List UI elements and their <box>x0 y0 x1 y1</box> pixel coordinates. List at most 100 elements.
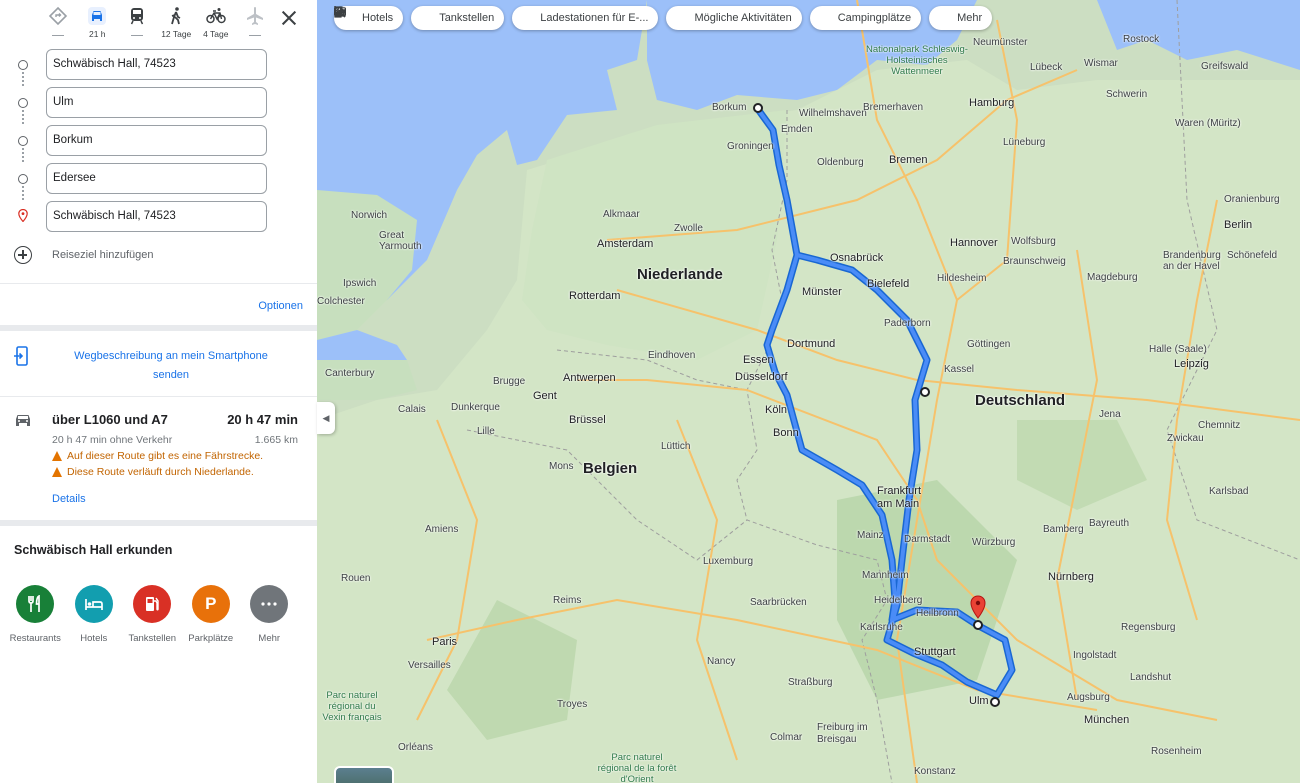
chip-label: Campingplätze <box>837 12 912 24</box>
place-label: Reims <box>553 595 582 606</box>
walk-icon <box>171 7 181 25</box>
waypoint-input-3[interactable]: Borkum <box>46 125 267 156</box>
city-label: München <box>1084 714 1130 726</box>
place-label: Karlsbad <box>1209 486 1249 497</box>
place-label: Rouen <box>341 573 371 584</box>
waypoint-marker-ulm[interactable] <box>990 697 1000 707</box>
gas-station-icon <box>133 585 172 623</box>
city-label: Leipzig <box>1174 358 1209 370</box>
waypoint-marker-start[interactable] <box>973 620 983 630</box>
place-label: Schönefeld <box>1227 250 1278 261</box>
city-label: Karlsruhe <box>860 622 903 633</box>
waypoint-dot-icon <box>18 174 28 184</box>
waypoint-input-4[interactable]: Edersee <box>46 163 267 194</box>
place-label: Calais <box>398 404 426 415</box>
place-label: Jena <box>1099 409 1121 420</box>
divider <box>0 396 317 397</box>
chip-activities[interactable]: Mögliche Aktivitäten <box>334 6 802 30</box>
chip-camping[interactable]: Campingplätze <box>334 6 922 30</box>
waypoint-input-1[interactable]: Schwäbisch Hall, 74523 <box>46 49 267 80</box>
city-label: Ulm <box>969 695 989 707</box>
layers-thumbnail[interactable] <box>334 766 394 783</box>
waypoint-connector <box>22 72 24 86</box>
city-label: Dortmund <box>787 338 836 350</box>
place-label: Braunschweig <box>1003 256 1066 267</box>
city-label: Antwerpen <box>563 372 616 384</box>
waypoint-input-2[interactable]: Ulm <box>46 87 267 118</box>
city-label: Frankfurt am Main <box>877 485 922 510</box>
chip-charging[interactable]: Ladestationen für E-... <box>334 6 659 30</box>
gas-station-icon <box>335 7 433 24</box>
place-label: Ipswich <box>343 278 377 289</box>
ev-charging-icon <box>334 6 534 24</box>
divider <box>0 283 317 284</box>
city-label: Amsterdam <box>597 238 654 250</box>
uk-south <box>317 360 417 400</box>
park-label: Nationalpark Schleswig-Holsteinisches Wa… <box>866 44 968 77</box>
waypoint-dot-icon <box>18 98 28 108</box>
mode-car[interactable]: 21 h <box>78 4 118 42</box>
place-label: Freiburg im Breisgau <box>817 722 868 745</box>
place-label: Amiens <box>425 524 459 535</box>
chip-label: Mögliche Aktivitäten <box>694 12 792 24</box>
pin-center <box>975 600 981 606</box>
place-label: Greifswald <box>1201 61 1249 72</box>
city-label: Essen <box>743 354 774 366</box>
chip-gas-stations[interactable]: Tankstellen <box>335 6 505 30</box>
mode-walk[interactable]: 12 Tage <box>157 4 197 42</box>
place-label: Paderborn <box>884 318 931 329</box>
explore-restaurants[interactable]: Restaurants <box>6 585 65 644</box>
city-label: Berlin <box>1224 219 1253 231</box>
city-label: Heilbronn <box>916 608 959 619</box>
waypoint-marker-edersee[interactable] <box>920 387 930 397</box>
place-label: Straßburg <box>788 677 833 688</box>
waypoint-dot-icon <box>18 136 28 146</box>
route-details-link[interactable]: Details <box>52 493 86 505</box>
city-label: Hannover <box>950 237 998 249</box>
mode-transit[interactable] <box>117 4 157 42</box>
place-label: Groningen <box>727 141 774 152</box>
mode-flight[interactable] <box>236 4 276 42</box>
city-label: Kassel <box>944 364 975 375</box>
place-label: Eindhoven <box>648 350 696 361</box>
waypoint-marker-borkum[interactable] <box>753 103 763 113</box>
city-label: Bonn <box>773 427 799 439</box>
place-label: Regensburg <box>1121 622 1176 633</box>
explore-hotels[interactable]: Hotels <box>65 585 124 644</box>
send-to-phone-link[interactable]: Wegbeschreibung an mein Smartphone sende… <box>60 347 282 385</box>
add-destination-button[interactable]: Reiseziel hinzufügen <box>14 246 154 264</box>
place-label: Nancy <box>707 656 736 667</box>
mode-best[interactable] <box>38 4 78 42</box>
options-link[interactable]: Optionen <box>258 300 303 312</box>
city-label: Gent <box>533 390 557 402</box>
collapse-panel-button[interactable]: ◀ <box>317 402 335 434</box>
place-label: Oldenburg <box>817 157 864 168</box>
park-label: Parc naturel régional du Vexin français <box>322 690 382 723</box>
mode-bike[interactable]: 4 Tage <box>196 4 236 42</box>
place-label: Oranienburg <box>1224 194 1280 205</box>
route-warning-country: Diese Route verläuft durch Niederlande. <box>52 466 254 478</box>
best-route-icon <box>48 6 67 26</box>
place-label: Waren (Müritz) <box>1175 118 1241 129</box>
send-to-phone-icon[interactable] <box>14 346 30 366</box>
close-icon[interactable] <box>280 9 298 27</box>
place-label: Bayreuth <box>1089 518 1130 529</box>
route-duration: 20 h 47 min <box>227 412 298 427</box>
explore-more[interactable]: Mehr <box>240 585 299 644</box>
place-label: Brandenburg an der Havel <box>1163 250 1221 272</box>
hotel-icon <box>74 585 113 623</box>
mode-car-label: 21 h <box>88 29 106 39</box>
map-category-chips: Hotels Tankstellen Ladestationen für E-.… <box>334 6 1000 30</box>
explore-parking[interactable]: P Parkplätze <box>182 585 241 644</box>
place-label: Troyes <box>557 699 588 710</box>
route-duration-no-traffic: 20 h 47 min ohne Verkehr <box>52 434 173 446</box>
explore-gas-stations[interactable]: Tankstellen <box>123 585 182 644</box>
mode-bike-label: 4 Tage <box>203 29 229 39</box>
map-canvas[interactable]: Niederlande Belgien Deutschland Amsterda… <box>317 0 1300 783</box>
chip-more[interactable]: Mehr <box>334 6 993 30</box>
waypoint-input-5[interactable]: Schwäbisch Hall, 74523 <box>46 201 267 232</box>
explore-label: Mehr <box>258 633 281 644</box>
country-label: Belgien <box>583 460 638 477</box>
city-label: Hamburg <box>969 97 1015 109</box>
city-label: Nürnberg <box>1048 571 1094 583</box>
